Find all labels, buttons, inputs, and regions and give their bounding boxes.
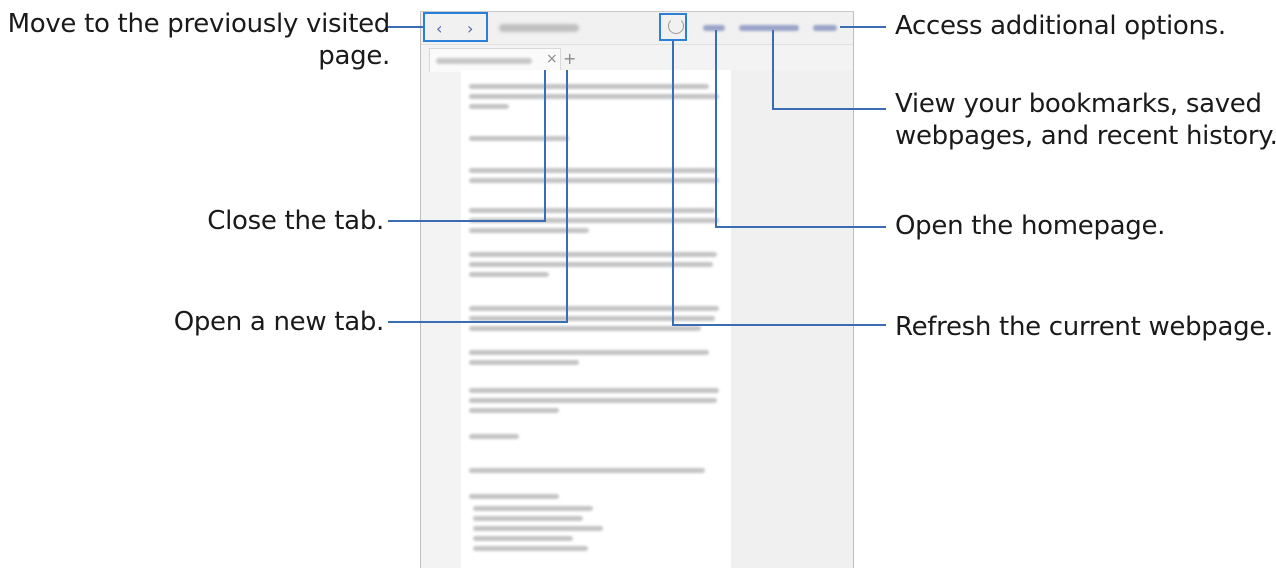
close-icon[interactable]: × xyxy=(546,51,558,67)
page-sidebar xyxy=(731,70,853,568)
more-button[interactable] xyxy=(813,25,837,31)
callout-bookmarks-line1: View your bookmarks, saved xyxy=(895,89,1262,119)
bookmarks-button[interactable] xyxy=(739,25,799,31)
new-tab-icon[interactable]: + xyxy=(563,49,576,68)
browser-screenshot: ‹ › × + xyxy=(420,11,854,568)
callout-bookmarks-line2: webpages, and recent history. xyxy=(895,121,1276,151)
callout-back-forward-line1: Move to the previously visited xyxy=(7,9,391,39)
callout-back-forward: Move to the previously visited page. xyxy=(7,8,391,72)
refresh-highlight xyxy=(659,13,687,41)
tab-title xyxy=(436,58,532,64)
tab-bar: × + xyxy=(421,45,853,73)
callout-home: Open the homepage. xyxy=(895,211,1166,241)
callout-refresh: Refresh the current webpage. xyxy=(895,312,1274,342)
callout-more: Access additional options. xyxy=(895,11,1226,41)
webpage-content xyxy=(461,70,731,568)
callout-close-tab: Close the tab. xyxy=(207,206,384,236)
callout-bookmarks: View your bookmarks, saved webpages, and… xyxy=(895,88,1276,152)
back-forward-highlight xyxy=(423,12,488,42)
callout-back-forward-line2: page. xyxy=(318,41,390,71)
browser-tab[interactable]: × xyxy=(429,48,561,72)
address-bar[interactable] xyxy=(499,24,579,32)
home-button[interactable] xyxy=(703,25,725,31)
callout-new-tab: Open a new tab. xyxy=(173,307,385,337)
